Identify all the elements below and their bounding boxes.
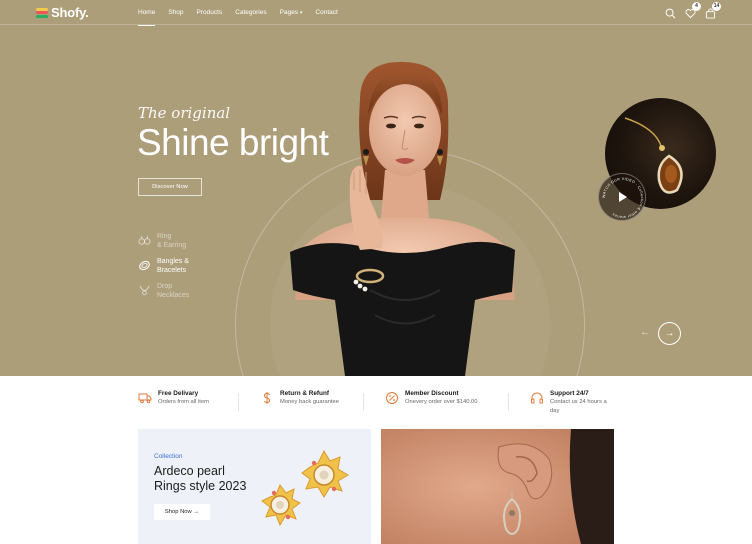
feature-desc: Money back guarantee [280,399,339,405]
nav-pages-label: Pages [279,9,299,16]
bag-icon[interactable]: 14 [705,2,721,19]
header-actions: 4 14 [665,2,721,19]
feature-support: Support 24/7 Contact us 24 hours a day [508,389,614,417]
feature-strip: Free Delivary Orders from all item Retur… [138,389,614,417]
promo-banner-earring-model[interactable] [381,429,614,544]
category-label: Ring & Earring [157,233,187,249]
feature-free-delivery: Free Delivary Orders from all item [138,389,260,417]
slider-next-button[interactable]: → [658,322,681,345]
necklace-icon [139,285,150,296]
feature-desc: Contact us 24 hours a day [550,399,607,414]
headset-icon [531,392,543,404]
category-bangles[interactable]: Bangles & Bracelets [138,258,217,275]
feature-return-refund: Return & Refunf Money back guarantee [238,389,385,417]
wishlist-count-badge: 4 [692,2,701,11]
hero-model-image [290,61,515,376]
hero-subtitle: The original [138,104,231,122]
earring-model-photo [381,429,614,544]
hero-banner: Shofy. Home Shop Products Categories Pag… [0,0,752,376]
play-icon[interactable] [611,186,633,208]
nav-shop[interactable]: Shop [168,0,183,25]
promo-kicker: Collection [154,453,183,460]
main-nav: Home Shop Products Categories Pages ▾ Co… [138,0,338,26]
category-ring-earring[interactable]: Ring & Earring [138,233,217,250]
promo-title: Ardeco pearl Rings style 2023 [154,464,247,493]
feature-title: Support 24/7 [550,390,589,397]
chevron-down-icon: ▾ [299,10,303,16]
dollar-icon [263,392,271,404]
ring-earring-icon [138,235,151,245]
nav-products[interactable]: Products [197,0,223,25]
feature-desc: Orders from all item [158,399,209,405]
video-play-control[interactable]: WATCH OUR VIDEO · Collection & other sto… [598,173,646,221]
discount-icon [386,392,398,404]
truck-icon [138,393,152,404]
earrings-product-image [261,449,349,527]
cart-count-badge: 14 [712,2,721,11]
logo-text: Shofy. [51,5,89,20]
brand-logo[interactable]: Shofy. [36,5,89,20]
shop-now-button[interactable]: Shop Now → [154,504,210,520]
promo-banner-collection[interactable]: Collection Ardeco pearl Rings style 2023… [138,429,371,544]
category-label: Bangles & Bracelets [157,258,189,274]
nav-pages[interactable]: Pages ▾ [280,0,303,25]
nav-home[interactable]: Home [138,0,156,26]
nav-categories[interactable]: Categories [235,0,266,25]
search-icon[interactable] [665,6,676,19]
feature-title: Free Delivary [158,390,199,397]
heart-icon[interactable]: 4 [685,2,701,19]
feature-title: Member Discount [405,390,459,397]
site-header: Shofy. Home Shop Products Categories Pag… [0,0,752,26]
nav-contact[interactable]: Contact [315,0,337,25]
slider-prev-button[interactable]: ← [638,326,652,340]
category-necklaces[interactable]: Drop Necklaces [138,283,217,300]
logo-icon [36,7,48,18]
bangle-icon [139,260,150,271]
hero-category-list: Ring & Earring Bangles & Bracelets Drop … [138,233,217,308]
feature-title: Return & Refunf [280,390,329,397]
discover-now-button[interactable]: Discover Now [138,178,202,196]
feature-desc: Onevery order over $140.00 [405,399,478,405]
category-label: Drop Necklaces [157,283,190,299]
